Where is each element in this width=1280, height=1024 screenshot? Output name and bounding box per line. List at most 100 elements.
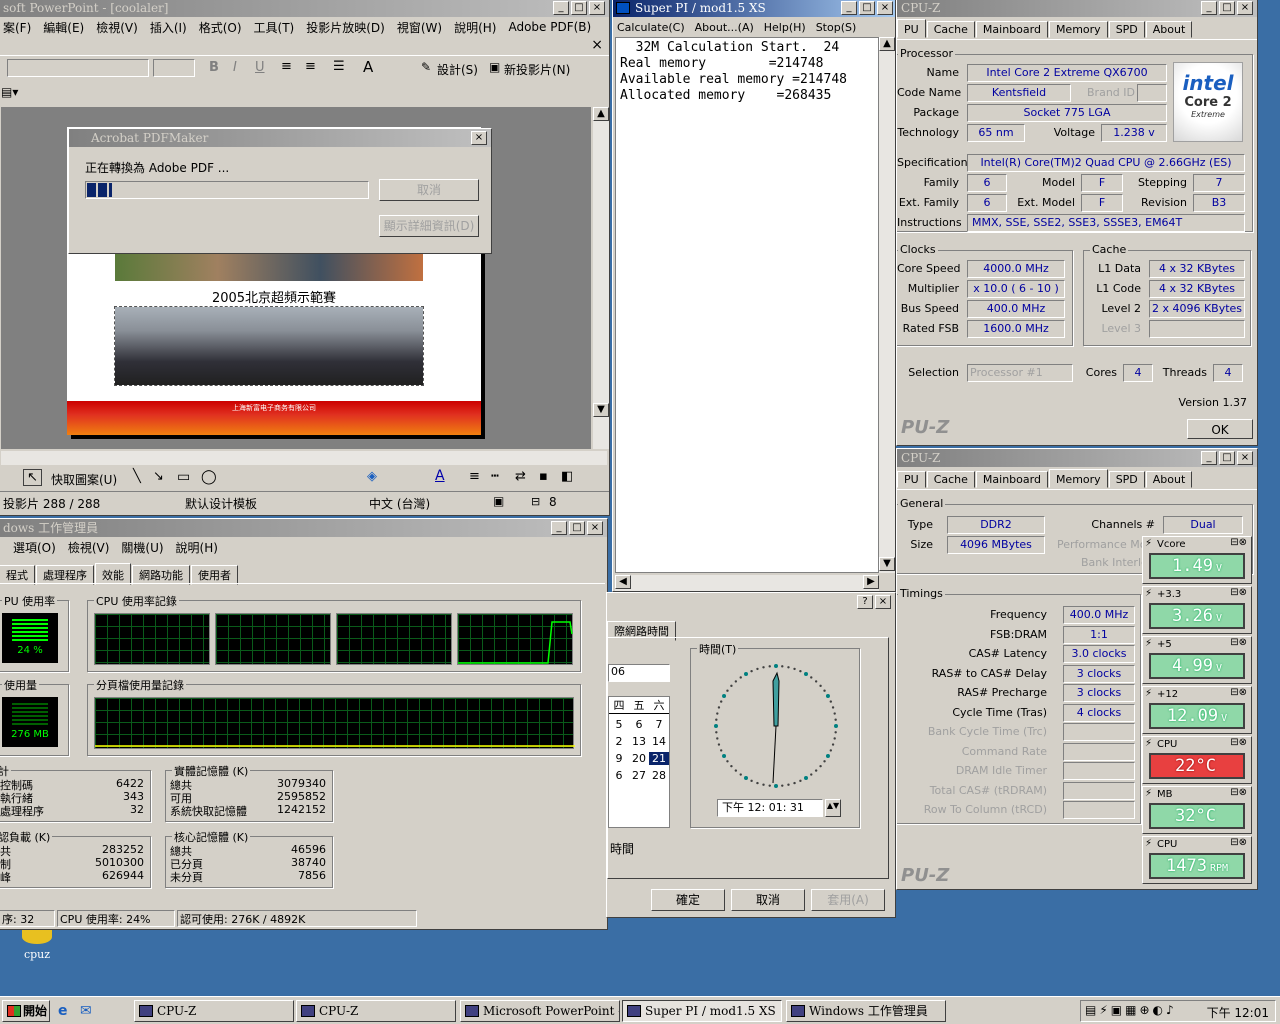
maximize-button[interactable]: □ bbox=[1219, 451, 1235, 465]
calendar-day[interactable]: 28 bbox=[649, 769, 669, 782]
menu-item[interactable]: 視窗(W) bbox=[397, 19, 442, 36]
taskbar-item[interactable]: CPU-Z bbox=[296, 1000, 456, 1022]
dash-style-icon[interactable]: ┅ bbox=[491, 469, 499, 484]
tab[interactable]: Cache bbox=[926, 21, 975, 38]
monitor-config-icon[interactable]: ⊟⊗ bbox=[1230, 637, 1247, 648]
bullets-icon[interactable]: ☰ bbox=[333, 59, 345, 74]
menu-item[interactable]: 工具(T) bbox=[254, 19, 295, 36]
monitor-config-icon[interactable]: ⊟⊗ bbox=[1230, 737, 1247, 748]
apply-button[interactable]: 套用(A) bbox=[811, 889, 885, 911]
ie-quicklaunch-icon[interactable]: e bbox=[58, 1003, 68, 1019]
line-icon[interactable]: ╲ bbox=[133, 469, 141, 484]
align-center-icon[interactable]: ≡ bbox=[305, 59, 316, 74]
monitor-gadget[interactable]: ⚡ +5 ⊟⊗ 4.99 V bbox=[1142, 636, 1252, 684]
calendar-day[interactable]: 6 bbox=[609, 769, 629, 782]
size-combo[interactable] bbox=[153, 59, 195, 77]
tab[interactable]: 網路功能 bbox=[132, 565, 190, 585]
slide-caption[interactable]: 2005北京超頻示範賽 bbox=[67, 287, 481, 306]
menu-item[interactable]: Help(H) bbox=[764, 21, 806, 34]
close-button[interactable]: × bbox=[1237, 451, 1253, 465]
close-button[interactable]: × bbox=[877, 1, 893, 15]
tray-clock[interactable]: 下午 12:01 bbox=[1207, 1004, 1269, 1021]
calendar-day[interactable]: 2 bbox=[609, 735, 629, 748]
font-combo[interactable] bbox=[7, 59, 149, 77]
menu-item[interactable]: 檢視(V) bbox=[68, 539, 110, 556]
tab[interactable]: PU bbox=[897, 471, 926, 488]
time-input[interactable]: 下午 12: 01: 31 bbox=[717, 799, 823, 817]
line-style-icon[interactable]: ≡ bbox=[469, 469, 480, 484]
maximize-button[interactable]: □ bbox=[569, 521, 585, 535]
close-button[interactable]: × bbox=[587, 521, 603, 535]
cpuz1-ok-button[interactable]: OK bbox=[1187, 419, 1253, 439]
new-slide-icon[interactable]: ▣ bbox=[489, 60, 500, 74]
superpi-vscroll[interactable]: ▲ ▼ bbox=[879, 37, 895, 573]
ok-button[interactable]: 確定 bbox=[651, 889, 725, 911]
calendar-day[interactable]: 7 bbox=[649, 718, 669, 731]
monitor-gadget[interactable]: ⚡ MB ⊟⊗ 32°C bbox=[1142, 786, 1252, 834]
tab[interactable]: Memory bbox=[1048, 21, 1108, 38]
tab[interactable]: Memory bbox=[1048, 469, 1108, 488]
calendar-day[interactable]: 27 bbox=[629, 769, 649, 782]
menu-item[interactable]: 說明(H) bbox=[454, 19, 496, 36]
calendar-day[interactable]: 20 bbox=[629, 752, 649, 765]
cancel-button[interactable]: 取消 bbox=[731, 889, 805, 911]
minimize-button[interactable]: _ bbox=[1201, 451, 1217, 465]
year-spinner[interactable]: 06 bbox=[608, 664, 670, 682]
menu-item[interactable]: About...(A) bbox=[695, 21, 754, 34]
calendar-day[interactable]: 14 bbox=[649, 735, 669, 748]
tab[interactable]: 效能 bbox=[95, 563, 131, 585]
menu-item[interactable]: 投影片放映(D) bbox=[306, 19, 385, 36]
minimize-button[interactable]: _ bbox=[551, 521, 567, 535]
close-button[interactable]: × bbox=[1237, 1, 1253, 15]
close-button[interactable]: × bbox=[875, 595, 891, 609]
ppt-hscroll[interactable] bbox=[1, 451, 607, 465]
tab[interactable]: About bbox=[1145, 21, 1193, 38]
arrow-style-icon[interactable]: ⇄ bbox=[515, 469, 526, 484]
font-size-icon[interactable]: A bbox=[363, 58, 373, 76]
underline-icon[interactable]: U bbox=[255, 60, 265, 75]
calendar-day[interactable]: 5 bbox=[609, 718, 629, 731]
menu-item[interactable]: Calculate(C) bbox=[617, 21, 685, 34]
tab[interactable]: Mainboard bbox=[975, 471, 1048, 488]
slide-view-icon[interactable]: ▤▾ bbox=[1, 85, 18, 99]
menu-item[interactable]: 關機(U) bbox=[121, 539, 163, 556]
autoshapes-menu[interactable]: 快取圖案(U) bbox=[51, 471, 117, 488]
maximize-button[interactable]: □ bbox=[859, 1, 875, 15]
monitor-config-icon[interactable]: ⊟⊗ bbox=[1230, 537, 1247, 548]
select-arrow-icon[interactable]: ↖ bbox=[23, 469, 42, 486]
maximize-button[interactable]: □ bbox=[571, 1, 587, 15]
help-button[interactable]: ? bbox=[857, 595, 873, 609]
ppt-close-doc-icon[interactable]: × bbox=[591, 37, 603, 53]
new-slide-button[interactable]: 新投影片(N) bbox=[504, 61, 570, 78]
monitor-config-icon[interactable]: ⊟⊗ bbox=[1230, 687, 1247, 698]
calendar-day[interactable]: 13 bbox=[629, 735, 649, 748]
design-button[interactable]: 設計(S) bbox=[437, 61, 478, 78]
3d-icon[interactable]: ◧ bbox=[561, 469, 573, 484]
tab[interactable]: Mainboard bbox=[975, 21, 1048, 38]
calendar-day[interactable]: 9 bbox=[609, 752, 629, 765]
tab[interactable]: 處理程序 bbox=[36, 565, 94, 585]
processor-select[interactable]: Processor #1 bbox=[967, 364, 1073, 382]
ppt-vscroll[interactable]: ▲ ▼ bbox=[593, 107, 609, 449]
taskbar-item[interactable]: Windows 工作管理員 bbox=[786, 1000, 946, 1022]
menu-item[interactable]: 格式(O) bbox=[199, 19, 242, 36]
menu-item[interactable]: 插入(I) bbox=[150, 19, 187, 36]
menu-item[interactable]: 編輯(E) bbox=[43, 19, 84, 36]
monitor-gadget[interactable]: ⚡ CPU ⊟⊗ 22°C bbox=[1142, 736, 1252, 784]
tab[interactable]: 程式 bbox=[0, 565, 35, 585]
maximize-button[interactable]: □ bbox=[1219, 1, 1235, 15]
tab[interactable]: Cache bbox=[926, 471, 975, 488]
calendar[interactable]: 四五六 5 6 7 2 13 14 9 20 21 6 27 28 bbox=[608, 696, 670, 828]
superpi-hscroll[interactable]: ◀ ▶ bbox=[615, 575, 879, 591]
font-color-icon[interactable]: A bbox=[435, 468, 445, 484]
desktop-icon-cpuz[interactable]: cpuz bbox=[14, 930, 60, 961]
monitor-config-icon[interactable]: ⊟⊗ bbox=[1230, 587, 1247, 598]
tab[interactable]: SPD bbox=[1108, 471, 1145, 488]
outlook-quicklaunch-icon[interactable]: ✉ bbox=[80, 1003, 92, 1019]
taskbar-item[interactable]: CPU-Z bbox=[134, 1000, 294, 1022]
tab[interactable]: SPD bbox=[1108, 21, 1145, 38]
pdfmaker-cancel-button[interactable]: 取消 bbox=[379, 179, 479, 201]
minimize-button[interactable]: _ bbox=[841, 1, 857, 15]
align-left-icon[interactable]: ≡ bbox=[281, 59, 292, 74]
menu-item[interactable]: 案(F) bbox=[3, 19, 31, 36]
